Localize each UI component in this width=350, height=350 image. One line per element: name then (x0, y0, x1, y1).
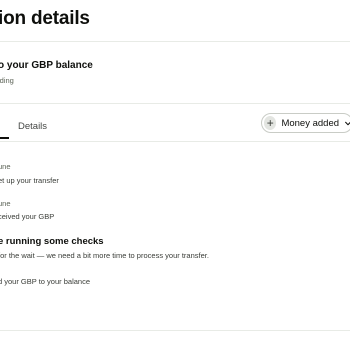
summary-divider (0, 103, 350, 104)
step1-text: et up your transfer (0, 176, 59, 185)
step2-text: ceived your GBP (0, 212, 55, 221)
summary-subtitle: lding (0, 76, 14, 85)
status-dropdown[interactable]: + Money added (261, 113, 350, 133)
active-tab-indicator (0, 137, 9, 139)
plus-icon: + (264, 116, 277, 130)
tabs-divider (0, 141, 350, 142)
header-divider (0, 41, 350, 42)
step3-text: for the wait — we need a bit more time t… (0, 251, 209, 260)
summary-title: o your GBP balance (0, 60, 93, 71)
step3-heading: e running some checks (0, 236, 104, 247)
footer-divider (0, 330, 350, 331)
chevron-down-icon (345, 121, 350, 125)
step1-date: une (0, 162, 11, 171)
step2-date: une (0, 199, 11, 208)
page-title: ion details (0, 8, 90, 29)
step4-text: d your GBP to your balance (0, 277, 90, 286)
status-label: Money added (281, 117, 340, 129)
tab-details[interactable]: Details (18, 121, 47, 132)
